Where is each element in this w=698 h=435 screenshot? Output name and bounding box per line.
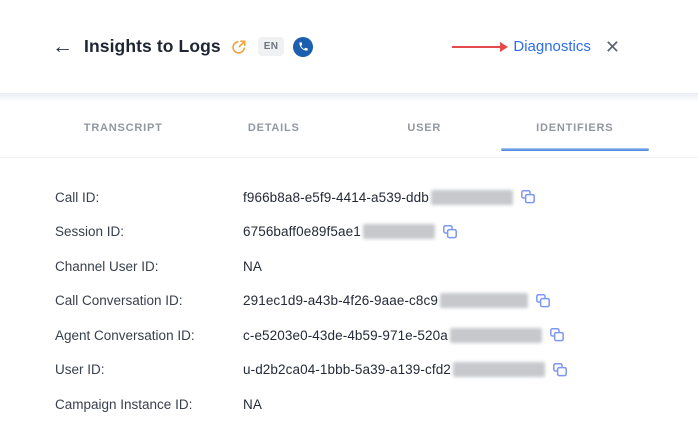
header: ← Insights to Logs EN Diagnostics ✕ [0,0,698,93]
field-row-campaign-instance-id: Campaign Instance ID: NA [0,387,698,422]
copy-icon[interactable] [535,293,551,309]
copy-icon[interactable] [442,224,458,240]
field-value: NA [243,259,262,274]
tab-user[interactable]: USER [349,122,500,151]
header-divider [0,93,698,102]
field-label: Agent Conversation ID: [55,328,243,343]
field-label: User ID: [55,362,243,377]
field-label: Session ID: [55,224,243,239]
field-value: u-d2b2ca04-1bbb-5a39-a139-cfd2 [243,362,451,377]
phone-icon [293,37,313,57]
field-value: f966b8a8-e5f9-4414-a539-ddb [243,190,429,205]
close-icon[interactable]: ✕ [605,38,620,56]
back-arrow-icon[interactable]: ← [52,36,73,57]
field-value: c-e5203e0-43de-4b59-971e-520a [243,328,448,343]
copy-icon[interactable] [552,362,568,378]
tab-details[interactable]: DETAILS [199,122,350,151]
redacted-value [363,224,435,239]
field-value: 291ec1d9-a43b-4f26-9aae-c8c9 [243,293,438,308]
field-label: Call ID: [55,190,243,205]
diagnostics-link[interactable]: Diagnostics [513,38,591,55]
identifiers-list: Call ID: f966b8a8-e5f9-4414-a539-ddb Ses… [0,180,698,422]
field-label: Campaign Instance ID: [55,397,243,412]
field-value: 6756baff0e89f5ae1 [243,224,361,239]
copy-icon[interactable] [549,327,565,343]
field-row-channel-user-id: Channel User ID: NA [0,249,698,284]
field-label: Call Conversation ID: [55,293,243,308]
field-row-call-conversation-id: Call Conversation ID: 291ec1d9-a43b-4f26… [0,284,698,319]
page-title: Insights to Logs [84,36,221,57]
field-row-agent-conversation-id: Agent Conversation ID: c-e5203e0-43de-4b… [0,318,698,353]
field-label: Channel User ID: [55,259,243,274]
redacted-value [450,328,542,343]
tab-identifiers[interactable]: IDENTIFIERS [500,122,651,151]
field-row-call-id: Call ID: f966b8a8-e5f9-4414-a539-ddb [0,180,698,215]
language-badge: EN [258,37,285,56]
external-link-icon[interactable] [231,39,247,55]
field-row-session-id: Session ID: 6756baff0e89f5ae1 [0,215,698,250]
redacted-value [440,293,528,308]
field-row-user-id: User ID: u-d2b2ca04-1bbb-5a39-a139-cfd2 [0,353,698,388]
header-actions: Diagnostics ✕ [452,38,620,56]
copy-icon[interactable] [520,189,536,205]
tabs-divider [0,157,698,158]
tab-transcript[interactable]: TRANSCRIPT [48,122,199,151]
field-value: NA [243,397,262,412]
annotation-arrow-icon [452,42,508,52]
tab-bar: TRANSCRIPT DETAILS USER IDENTIFIERS [48,122,650,151]
redacted-value [431,190,513,205]
redacted-value [453,362,545,377]
insights-to-logs-panel: ← Insights to Logs EN Diagnostics ✕ TRAN… [0,0,698,435]
